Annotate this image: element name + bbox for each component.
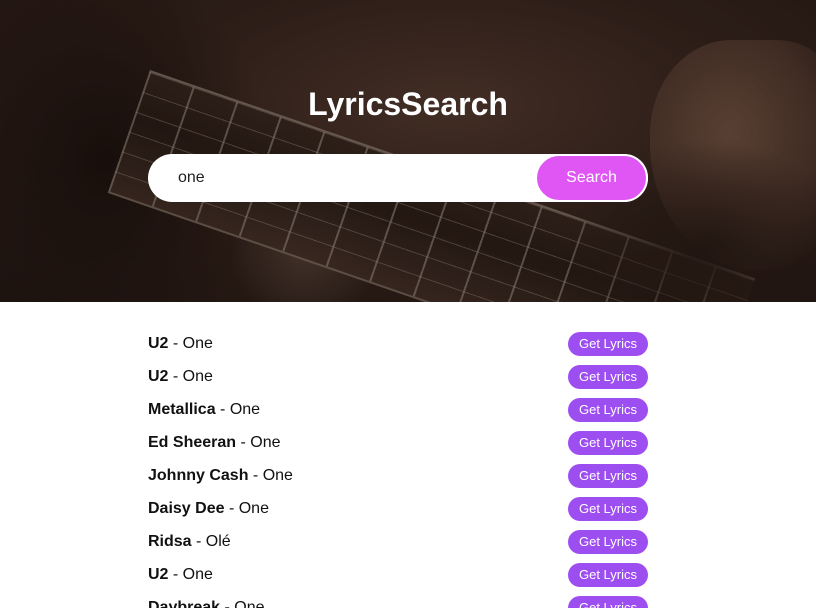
result-text: Ridsa - Olé: [148, 533, 231, 551]
get-lyrics-button[interactable]: Get Lyrics: [568, 562, 648, 587]
result-text: U2 - One: [148, 566, 213, 584]
result-item: Daybreak - One Get Lyrics: [148, 591, 648, 608]
artist-name: Daybreak: [148, 598, 221, 608]
get-lyrics-button[interactable]: Get Lyrics: [568, 595, 648, 608]
result-text: U2 - One: [148, 368, 213, 386]
result-text: Ed Sheeran - One: [148, 434, 281, 452]
artist-name: Metallica: [148, 400, 216, 418]
separator: -: [191, 532, 206, 550]
song-title: One: [182, 565, 213, 583]
artist-name: U2: [148, 334, 169, 352]
song-title: One: [262, 466, 293, 484]
get-lyrics-button[interactable]: Get Lyrics: [568, 430, 648, 455]
page-title: LyricsSearch: [308, 86, 508, 122]
result-text: U2 - One: [148, 335, 213, 353]
get-lyrics-button[interactable]: Get Lyrics: [568, 496, 648, 521]
result-item: U2 - One Get Lyrics: [148, 327, 648, 360]
result-item: Ridsa - Olé Get Lyrics: [148, 525, 648, 558]
artist-name: Ridsa: [148, 532, 192, 550]
result-text: Metallica - One: [148, 401, 260, 419]
song-title: One: [238, 499, 269, 517]
result-item: U2 - One Get Lyrics: [148, 360, 648, 393]
get-lyrics-button[interactable]: Get Lyrics: [568, 397, 648, 422]
search-button[interactable]: Search: [535, 154, 648, 202]
artist-name: U2: [148, 565, 169, 583]
song-title: One: [234, 598, 265, 608]
hero-banner: LyricsSearch Search: [0, 0, 816, 302]
result-text: Johnny Cash - One: [148, 467, 293, 485]
result-item: U2 - One Get Lyrics: [148, 558, 648, 591]
separator: -: [168, 565, 183, 583]
artist-name: Johnny Cash: [148, 466, 249, 484]
get-lyrics-button[interactable]: Get Lyrics: [568, 364, 648, 389]
separator: -: [248, 466, 263, 484]
separator: -: [168, 367, 183, 385]
separator: -: [215, 400, 230, 418]
song-title: One: [250, 433, 281, 451]
separator: -: [168, 334, 183, 352]
artist-name: Ed Sheeran: [148, 433, 237, 451]
get-lyrics-button[interactable]: Get Lyrics: [568, 331, 648, 356]
song-title: One: [229, 400, 261, 418]
search-form: Search: [148, 154, 648, 202]
search-input[interactable]: [148, 154, 548, 202]
separator: -: [236, 433, 251, 451]
song-title: Olé: [205, 532, 231, 550]
song-title: One: [182, 334, 213, 352]
separator: -: [220, 598, 235, 608]
result-item: Ed Sheeran - One Get Lyrics: [148, 426, 648, 459]
hero-overlay: [0, 0, 816, 302]
get-lyrics-button[interactable]: Get Lyrics: [568, 529, 648, 554]
artist-name: U2: [148, 367, 169, 385]
artist-name: Daisy Dee: [148, 499, 225, 517]
result-item: Daisy Dee - One Get Lyrics: [148, 492, 648, 525]
result-text: Daybreak - One: [148, 599, 265, 608]
separator: -: [224, 499, 239, 517]
result-item: Johnny Cash - One Get Lyrics: [148, 459, 648, 492]
result-item: Metallica - One Get Lyrics: [148, 393, 648, 426]
results-list: U2 - One Get Lyrics U2 - One Get Lyrics …: [148, 327, 648, 608]
result-text: Daisy Dee - One: [148, 500, 269, 518]
song-title: One: [182, 367, 213, 385]
get-lyrics-button[interactable]: Get Lyrics: [568, 463, 648, 488]
